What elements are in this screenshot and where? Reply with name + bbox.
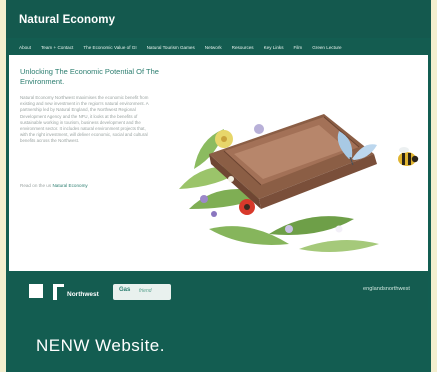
site-logo[interactable]: Natural Economy (19, 14, 115, 26)
nav-item-green-lecture[interactable]: Green Lecture (312, 45, 341, 50)
intro-paragraph: Natural Economy Northwest maximises the … (20, 95, 149, 144)
main-nav: About Team + Contact The Economic Value … (6, 40, 431, 54)
main-content: Unlocking The Economic Potential Of The … (9, 55, 428, 271)
partner-logo-northwest[interactable]: Northwest (53, 284, 103, 300)
partner-logo-friend-text: friend (139, 288, 152, 294)
site-footer: Northwest Gas friend englandsnorthwest (9, 272, 428, 310)
readmore-line: Read on the us Natural Economy (20, 183, 88, 188)
partner-logo-gas-text: Gas (119, 287, 131, 293)
screenshot-frame: Natural Economy About Team + Contact The… (6, 0, 431, 372)
nav-item-economic-value[interactable]: The Economic Value of GI (83, 45, 136, 50)
nav-item-resources[interactable]: Resources (232, 45, 254, 50)
caption: NENW Website. (36, 336, 165, 355)
nav-item-tourism-games[interactable]: Natural Tourism Games (147, 45, 195, 50)
readmore-link[interactable]: Natural Economy (52, 183, 87, 188)
partner-logo-gas-friend[interactable]: Gas friend (113, 284, 171, 300)
nav-item-key-links[interactable]: Key Links (264, 45, 284, 50)
nav-item-network[interactable]: Network (205, 45, 222, 50)
wallet-illustration (179, 114, 419, 253)
page-heading: Unlocking The Economic Potential Of The … (20, 67, 159, 86)
partner-logo-englandsnorthwest[interactable]: englandsnorthwest (363, 286, 410, 292)
readmore-prefix: Read on the us (20, 183, 52, 188)
partner-logo-northwest-text: Northwest (67, 291, 100, 298)
bee-icon (398, 147, 419, 166)
nav-item-film[interactable]: Film (294, 45, 303, 50)
nav-item-team-contact[interactable]: Team + Contact (41, 45, 73, 50)
nav-item-about[interactable]: About (19, 45, 31, 50)
site-header: Natural Economy (6, 0, 431, 38)
partner-logo-square[interactable] (29, 284, 43, 298)
